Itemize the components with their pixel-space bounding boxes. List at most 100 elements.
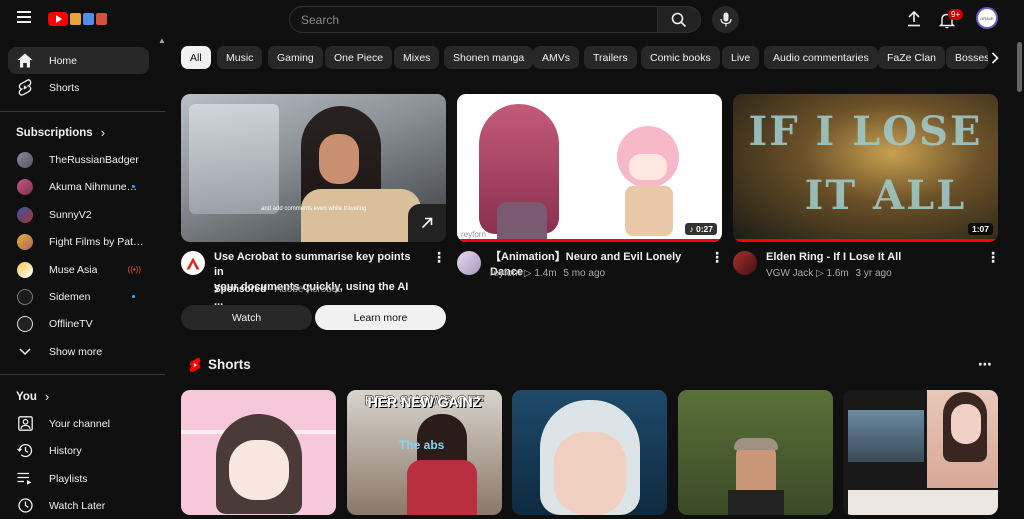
ad-meta: Sponsored · Adobe Acrobat <box>214 284 341 295</box>
shorts-more-options-icon[interactable]: ⋯ <box>978 356 992 373</box>
face-shape <box>554 432 626 515</box>
external-link-button[interactable] <box>408 204 446 242</box>
sidebar-item-playlists[interactable]: Playlists <box>8 465 149 492</box>
history-icon <box>16 443 34 458</box>
adobe-logo-icon <box>186 257 200 269</box>
video-title[interactable]: Elden Ring - If I Lose It All <box>766 250 976 265</box>
video-thumbnail[interactable]: and add comments even while traveling <box>181 94 446 242</box>
subscriptions-heading[interactable]: Subscriptions › <box>16 125 105 140</box>
shorts-logo-icon <box>188 357 202 378</box>
video-title[interactable]: Use Acrobat to summarise key points in y… <box>214 250 414 310</box>
video-duration: ♪ 0:27 <box>685 223 717 235</box>
sidebar-item-label: Muse Asia <box>49 263 98 276</box>
sidebar-scroll-up-icon[interactable]: ▲ <box>158 36 166 45</box>
channel-name[interactable]: VGW Jack <box>766 268 813 279</box>
chip-amvs[interactable]: AMVs <box>533 46 580 69</box>
music-note-icon: ♪ <box>689 224 696 234</box>
chip-audio-commentaries[interactable]: Audio commentaries <box>764 46 878 69</box>
youtube-logo[interactable] <box>48 10 118 28</box>
new-content-dot <box>132 295 135 298</box>
more-options-icon[interactable]: ⋮ <box>710 249 724 266</box>
chip-one-piece[interactable]: One Piece <box>325 46 393 69</box>
sidebar-item-your-channel[interactable]: Your channel <box>8 410 149 437</box>
chip-trailers[interactable]: Trailers <box>584 46 637 69</box>
sidebar-item-shorts[interactable]: Shorts <box>8 74 149 101</box>
voice-search-button[interactable] <box>712 6 739 33</box>
menu-icon[interactable] <box>17 11 31 25</box>
search-button[interactable] <box>657 6 701 33</box>
thumbnail-text-top: IF I LOSE <box>748 108 983 155</box>
chibi-body-shape <box>625 186 673 236</box>
chip-mixes[interactable]: Mixes <box>394 46 440 69</box>
chevron-right-icon: › <box>100 125 106 140</box>
short-card[interactable] <box>843 390 998 515</box>
car-window-shape <box>189 104 279 214</box>
thumbnail-text-bottom: IT ALL <box>804 172 967 219</box>
sidebar-item-home[interactable]: Home <box>8 47 149 74</box>
sidebar-item-subscription[interactable]: Akuma Nihmune… <box>8 173 149 200</box>
show-more-button[interactable]: Show more <box>8 338 149 365</box>
chevron-right-icon: › <box>44 389 50 404</box>
more-options-icon[interactable]: ⋮ <box>432 249 446 266</box>
sidebar-item-label: Akuma Nihmune… <box>49 180 138 193</box>
channel-avatar[interactable] <box>457 251 481 275</box>
cap-shape <box>734 438 778 450</box>
face-shape <box>319 134 359 184</box>
learn-more-button[interactable]: Learn more <box>315 305 446 330</box>
sidebar-item-label: OfflineTV <box>49 317 93 330</box>
page-scrollbar-thumb[interactable] <box>1017 42 1022 92</box>
you-heading[interactable]: You › <box>16 389 49 404</box>
sidebar-item-label: Watch Later <box>49 499 106 512</box>
sidebar-item-watch-later[interactable]: Watch Later <box>8 492 149 519</box>
views-icon: ▷ <box>523 268 535 279</box>
chip-faze-clan[interactable]: FaZe Clan <box>878 46 946 69</box>
doodle-icon <box>96 13 107 25</box>
channel-avatar[interactable] <box>733 251 757 275</box>
chevron-down-icon <box>16 347 34 356</box>
chip-live[interactable]: Live <box>722 46 760 69</box>
chips-next-button[interactable] <box>988 47 1002 69</box>
chip-music[interactable]: Music <box>217 46 263 69</box>
video-meta: reyforn ▷ 1.4m 5 mo ago <box>490 268 605 279</box>
thumbnail-watermark: reyforn <box>461 230 486 239</box>
face-shape <box>951 404 981 444</box>
adobe-acrobat-avatar[interactable] <box>181 251 205 275</box>
character-face-shape <box>229 440 289 500</box>
short-card[interactable] <box>512 390 667 515</box>
ad-caption: and add comments even while traveling <box>261 206 367 212</box>
sidebar-item-label: Fight Films by Patri… <box>49 235 144 248</box>
short-card[interactable]: BRO SHOWS OFF HER NEW GAINZ The abs <box>347 390 502 515</box>
sidebar-item-subscription[interactable]: OfflineTV <box>8 310 149 337</box>
chip-gaming[interactable]: Gaming <box>268 46 323 69</box>
sidebar-item-subscription[interactable]: Muse Asia ((•)) <box>8 256 149 283</box>
short-card[interactable] <box>678 390 833 515</box>
sidebar-item-history[interactable]: History <box>8 437 149 464</box>
chip-shonen-manga[interactable]: Shonen manga <box>444 46 534 69</box>
channel-avatar <box>17 178 33 195</box>
sidebar-item-subscription[interactable]: Fight Films by Patri… <box>8 228 149 255</box>
channel-icon <box>16 416 34 431</box>
sidebar-item-subscription[interactable]: Sidemen <box>8 283 149 310</box>
upload-button[interactable] <box>904 9 924 29</box>
divider <box>0 111 165 112</box>
shorts-icon <box>16 79 34 96</box>
chip-all[interactable]: All <box>181 46 211 69</box>
video-thumbnail[interactable]: reyforn ♪ 0:27 <box>457 94 722 242</box>
search-input[interactable] <box>290 7 658 32</box>
advertiser-name[interactable]: Adobe Acrobat <box>275 284 341 295</box>
short-card[interactable] <box>181 390 336 515</box>
video-duration: 1:07 <box>967 223 993 235</box>
sidebar-item-subscription[interactable]: SunnyV2 <box>8 201 149 228</box>
avatar[interactable]: GRAVE <box>976 7 998 29</box>
subscriptions-heading-label: Subscriptions <box>16 126 93 139</box>
video-thumbnail[interactable]: IF I LOSE IT ALL 1:07 <box>733 94 998 242</box>
chip-bosses[interactable]: Bosses <box>946 46 988 69</box>
sidebar-item-subscription[interactable]: TheRussianBadger <box>8 146 149 173</box>
upload-age: 3 yr ago <box>855 268 892 279</box>
more-options-icon[interactable]: ⋮ <box>986 249 1000 266</box>
sidebar-item-label: Sidemen <box>49 290 91 303</box>
chip-comic-books[interactable]: Comic books <box>641 46 720 69</box>
watch-button[interactable]: Watch <box>181 305 312 330</box>
channel-name[interactable]: reyforn <box>490 268 521 279</box>
watch-progress-bar <box>733 239 998 242</box>
